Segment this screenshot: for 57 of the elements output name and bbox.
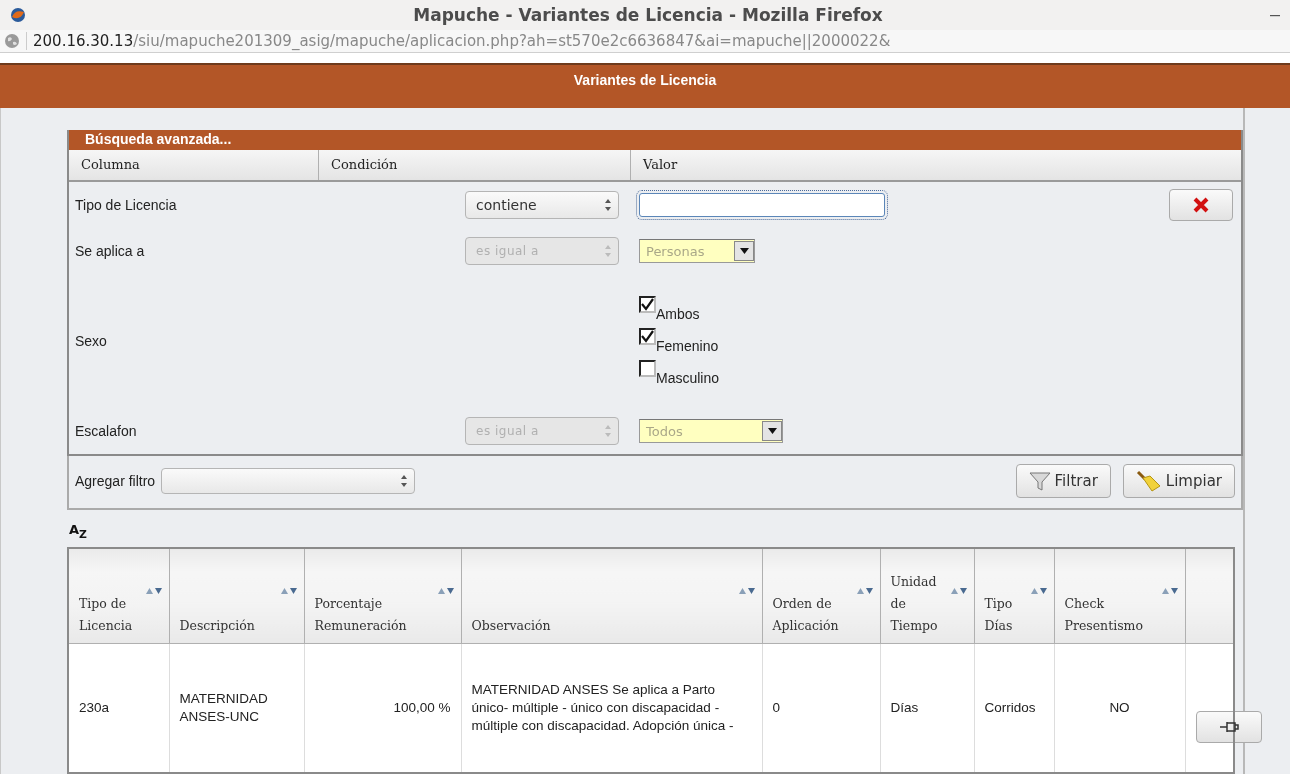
globe-icon	[4, 32, 20, 49]
table-header[interactable]: Descripción	[169, 548, 304, 644]
column-header: Columna	[69, 150, 319, 181]
table-header[interactable]: Check Presentismo	[1054, 548, 1185, 644]
table-cell: MATERNIDAD ANSES Se aplica a Parto único- múltiple - único con discapacidad - múltiple con discapacidad. Adopción única -	[461, 643, 762, 773]
filter-label: Escalafon	[74, 423, 138, 440]
table-cell: Días	[880, 643, 974, 773]
add-filter-label: Agregar filtro	[75, 473, 156, 490]
checkmark-icon	[641, 330, 654, 344]
table-header[interactable]: Orden de Aplicación	[762, 548, 880, 644]
table-cell: 230a	[68, 643, 169, 773]
table-cell: NO	[1054, 643, 1185, 773]
spinner-arrows-icon	[400, 474, 409, 489]
table-header[interactable]: Tipo de Licencia	[68, 548, 169, 644]
pin-button[interactable]	[1195, 711, 1262, 743]
filter-label: Se aplica a	[74, 243, 146, 260]
panel-title: Búsqueda avanzada...	[69, 130, 1241, 151]
pin-icon	[1218, 720, 1239, 734]
minimize-button[interactable]: –	[1270, 4, 1280, 26]
sort-arrows-icon[interactable]	[1160, 587, 1179, 595]
sort-arrows-icon[interactable]	[949, 587, 968, 595]
sort-arrows-icon[interactable]	[436, 587, 455, 595]
sort-arrows-icon[interactable]	[1029, 587, 1048, 595]
column-header: Condición	[319, 150, 631, 181]
sort-az-icon[interactable]: A$_{Z}$	[69, 522, 87, 541]
table-cell: 0	[762, 643, 880, 773]
app-icon	[10, 6, 26, 23]
funnel-icon	[1028, 470, 1051, 493]
table-header[interactable]: Porcentaje Remuneración	[304, 548, 461, 644]
spinner-arrows-icon	[604, 424, 612, 439]
checkmark-icon	[641, 298, 654, 312]
dropdown-arrow-icon	[739, 248, 749, 255]
condition-select[interactable]: contiene	[465, 191, 619, 220]
window-title: Mapuche - Variantes de Licencia - Mozilla Firefox	[412, 4, 884, 25]
filter-label: Tipo de Licencia	[74, 197, 178, 214]
filter-button[interactable]: Filtrar	[1015, 464, 1111, 499]
filter-label: Sexo	[74, 333, 108, 350]
sort-arrows-icon[interactable]	[855, 587, 874, 595]
value-field[interactable]	[639, 193, 885, 218]
table-header[interactable]: Observación	[461, 548, 762, 644]
spinner-arrows-icon	[604, 244, 612, 259]
remove-filter-button[interactable]	[1169, 189, 1233, 222]
table-cell: Corridos	[974, 643, 1054, 773]
page-title: Variantes de Licencia	[573, 72, 717, 91]
spinner-arrows-icon	[604, 198, 612, 213]
table-cell: 100,00 %	[304, 643, 461, 773]
dropdown-arrow-icon	[767, 428, 777, 435]
table-header[interactable]: Unidad de Tiempo	[880, 548, 974, 644]
table-cell: MATERNIDAD ANSES-UNC	[169, 643, 304, 773]
sort-arrows-icon[interactable]	[279, 587, 298, 595]
table-header[interactable]: Tipo Días	[974, 548, 1054, 644]
sort-arrows-icon[interactable]	[737, 587, 756, 595]
sort-arrows-icon[interactable]	[144, 587, 163, 595]
broom-icon	[1135, 470, 1162, 493]
clear-button[interactable]: Limpiar	[1122, 464, 1235, 499]
column-header: Valor	[642, 156, 679, 175]
close-icon	[1193, 197, 1209, 214]
